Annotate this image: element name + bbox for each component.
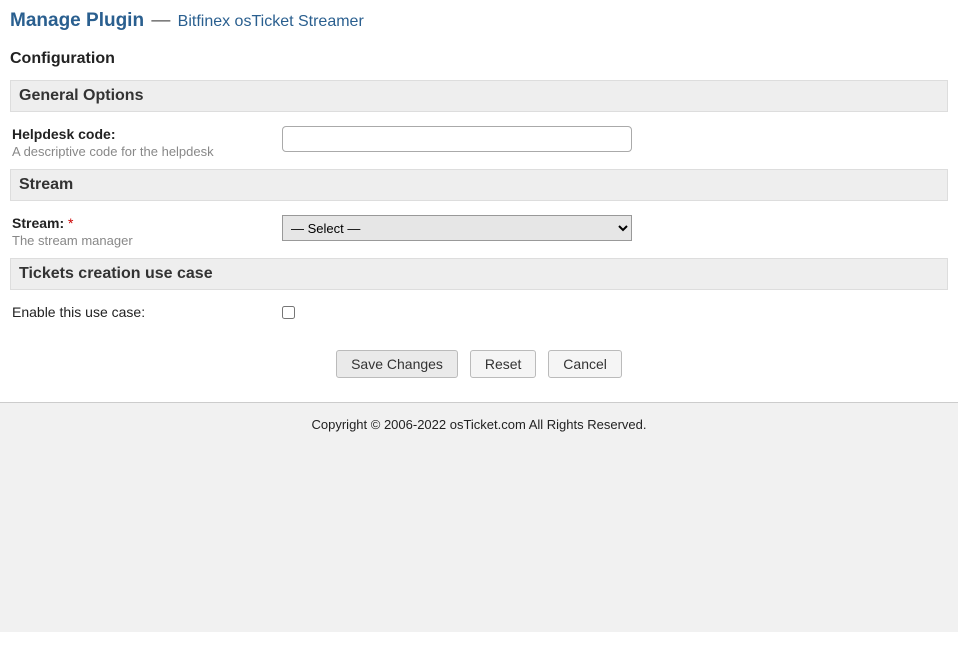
field-input-col	[282, 126, 946, 152]
page-title-dash: —	[151, 10, 170, 31]
section-header-tickets: Tickets creation use case	[10, 258, 948, 290]
copyright-text: Copyright © 2006-2022 osTicket.com All R…	[312, 417, 647, 432]
save-button[interactable]: Save Changes	[336, 350, 458, 378]
cancel-button[interactable]: Cancel	[548, 350, 622, 378]
page-title: Manage Plugin — Bitfinex osTicket Stream…	[10, 10, 948, 32]
helpdesk-code-label: Helpdesk code:	[12, 126, 272, 142]
helpdesk-code-input[interactable]	[282, 126, 632, 152]
stream-select[interactable]: — Select —	[282, 215, 632, 241]
field-row-enable-usecase: Enable this use case:	[10, 290, 948, 332]
field-label-col: Enable this use case:	[12, 304, 282, 320]
enable-usecase-label: Enable this use case:	[12, 304, 272, 320]
reset-button[interactable]: Reset	[470, 350, 537, 378]
footer: Copyright © 2006-2022 osTicket.com All R…	[0, 402, 958, 632]
section-header-general: General Options	[10, 80, 948, 112]
stream-hint: The stream manager	[12, 233, 272, 248]
stream-label: Stream: *	[12, 215, 272, 231]
field-input-col	[282, 304, 946, 322]
field-label-col: Stream: * The stream manager	[12, 215, 282, 248]
section-header-stream: Stream	[10, 169, 948, 201]
configuration-subheading: Configuration	[10, 50, 948, 68]
field-label-col: Helpdesk code: A descriptive code for th…	[12, 126, 282, 159]
required-star-icon: *	[68, 215, 73, 231]
field-row-helpdesk-code: Helpdesk code: A descriptive code for th…	[10, 112, 948, 169]
button-bar: Save Changes Reset Cancel	[10, 350, 948, 392]
stream-label-text: Stream:	[12, 215, 64, 231]
page-container: Manage Plugin — Bitfinex osTicket Stream…	[0, 0, 958, 402]
helpdesk-code-hint: A descriptive code for the helpdesk	[12, 144, 272, 159]
field-input-col: — Select —	[282, 215, 946, 241]
plugin-name: Bitfinex osTicket Streamer	[178, 13, 364, 30]
page-title-prefix: Manage Plugin	[10, 10, 144, 31]
field-row-stream: Stream: * The stream manager — Select —	[10, 201, 948, 258]
enable-usecase-checkbox[interactable]	[282, 306, 295, 319]
